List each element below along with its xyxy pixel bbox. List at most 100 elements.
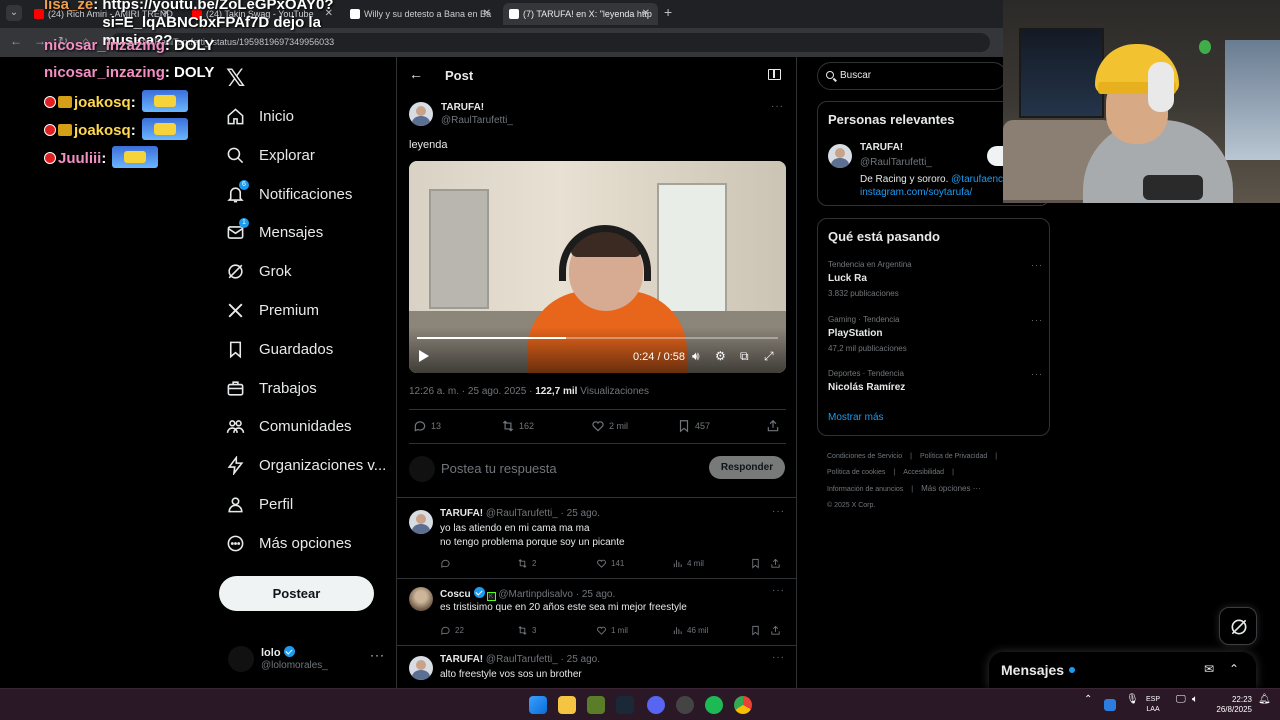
reply-avatar[interactable] bbox=[409, 510, 433, 534]
post-timestamp[interactable]: 12:26 a. m. · 25 ago. 2025 · bbox=[409, 386, 532, 397]
fullscreen-icon[interactable]: ⤢ bbox=[764, 349, 774, 364]
share-button[interactable] bbox=[770, 558, 781, 569]
reply-button[interactable]: 22 bbox=[440, 625, 464, 636]
tab-search-button[interactable]: ⌄ bbox=[6, 5, 22, 21]
video-progress-bar[interactable] bbox=[417, 337, 778, 339]
like-button[interactable]: 141 bbox=[596, 558, 624, 569]
author-name[interactable]: TARUFA! bbox=[441, 102, 484, 113]
nav-item-grok[interactable]: Grok bbox=[226, 256, 292, 286]
views-button[interactable]: 46 mil bbox=[672, 625, 708, 636]
spotify-icon[interactable] bbox=[705, 696, 723, 714]
nav-item-trabajos[interactable]: Trabajos bbox=[226, 373, 317, 403]
windows-start-icon[interactable] bbox=[529, 696, 547, 714]
reply-post[interactable]: Coscu K @Martinpdisalvo · 25 ago. ··· es … bbox=[397, 579, 796, 646]
nav-item-mensajes[interactable]: 1 Mensajes bbox=[226, 217, 323, 247]
nav-item-explorar[interactable]: Explorar bbox=[226, 140, 315, 170]
tray-app-icon[interactable] bbox=[1104, 699, 1116, 711]
footer-link[interactable]: Accesibilidad bbox=[903, 469, 944, 476]
close-icon[interactable]: ✕ bbox=[642, 3, 650, 25]
more-icon[interactable]: ··· bbox=[1031, 369, 1043, 379]
footer-link[interactable]: Más opciones ··· bbox=[921, 484, 981, 493]
reply-input[interactable]: Postea tu respuesta bbox=[441, 461, 557, 476]
reply-post[interactable]: TARUFA! @RaulTarufetti_ · 25 ago. ··· al… bbox=[397, 646, 796, 688]
taskbar-clock[interactable]: 22:23 26/8/2025 bbox=[1210, 695, 1252, 715]
nav-item-perfil[interactable]: Perfil bbox=[226, 489, 293, 519]
more-icon[interactable]: ··· bbox=[772, 506, 785, 517]
reply-author[interactable]: TARUFA! @RaulTarufetti_ · 25 ago. bbox=[440, 508, 600, 519]
steam-icon[interactable] bbox=[616, 696, 634, 714]
more-icon[interactable]: ··· bbox=[772, 652, 785, 663]
reply-button[interactable] bbox=[440, 558, 455, 569]
reply-submit-button[interactable]: Responder bbox=[709, 456, 785, 479]
microphone-icon[interactable]: 🎙︎ bbox=[1126, 695, 1139, 705]
more-icon[interactable]: ··· bbox=[1031, 260, 1043, 270]
messages-drawer[interactable]: Mensajes ✉ ⌃ bbox=[989, 652, 1256, 688]
notification-bell-icon[interactable]: 🔔︎ bbox=[1258, 695, 1271, 705]
repost-button[interactable]: 3 bbox=[517, 625, 536, 636]
footer-link[interactable]: Política de cookies bbox=[827, 469, 885, 476]
play-icon[interactable] bbox=[419, 350, 429, 362]
bookmark-button[interactable] bbox=[750, 558, 761, 569]
relevant-name[interactable]: TARUFA! bbox=[860, 142, 903, 153]
trend-item[interactable]: Deportes · Tendencia Nicolás Ramírez ··· bbox=[828, 369, 1043, 393]
bio-url-link[interactable]: instagram.com/soytarufa/ bbox=[860, 187, 972, 198]
views-button[interactable]: 4 mil bbox=[672, 558, 704, 569]
like-button[interactable]: 1 mil bbox=[596, 625, 628, 636]
back-icon[interactable]: ← bbox=[10, 34, 22, 48]
volume-icon[interactable]: 🔊︎ bbox=[692, 349, 700, 364]
tray-overflow-icon[interactable]: ⌃ bbox=[1084, 695, 1092, 705]
file-explorer-icon[interactable] bbox=[558, 696, 576, 714]
more-icon[interactable]: ··· bbox=[1031, 315, 1043, 325]
new-message-icon[interactable]: ✉ bbox=[1204, 662, 1214, 676]
show-more-link[interactable]: Mostrar más bbox=[828, 412, 884, 423]
discord-icon[interactable] bbox=[647, 696, 665, 714]
author-avatar[interactable] bbox=[409, 102, 433, 126]
network-icon[interactable]: 🖵︎ bbox=[1176, 695, 1186, 705]
search-input[interactable]: Buscar bbox=[817, 62, 1007, 90]
account-switcher[interactable]: lolo @lolomorales_ ··· bbox=[228, 644, 388, 684]
back-arrow-icon[interactable]: ← bbox=[409, 66, 423, 82]
more-icon[interactable]: ··· bbox=[772, 585, 785, 596]
reply-avatar[interactable] bbox=[409, 656, 433, 680]
bio-mention-link[interactable]: @tarufaenc bbox=[951, 174, 1003, 185]
obs-icon[interactable] bbox=[676, 696, 694, 714]
nav-item-premium[interactable]: Premium bbox=[226, 295, 319, 325]
reply-author[interactable]: TARUFA! @RaulTarufetti_ · 25 ago. bbox=[440, 654, 600, 665]
author-handle[interactable]: @RaulTarufetti_ bbox=[441, 115, 513, 126]
reply-button[interactable]: 13 bbox=[413, 419, 441, 433]
bookmark-button[interactable]: 457 bbox=[677, 419, 710, 433]
close-icon[interactable]: ✕ bbox=[483, 3, 491, 25]
browser-tab-active[interactable]: (7) TARUFA! en X: "leyenda http ✕ bbox=[503, 3, 658, 25]
nav-item-guardados[interactable]: Guardados bbox=[226, 334, 333, 364]
footer-link[interactable]: Información de anuncios bbox=[827, 486, 903, 493]
reply-post[interactable]: TARUFA! @RaulTarufetti_ · 25 ago. ··· yo… bbox=[397, 500, 796, 579]
footer-link[interactable]: Condiciones de Servicio bbox=[827, 453, 902, 460]
nav-item-comunidades[interactable]: Comunidades bbox=[226, 411, 352, 441]
expand-icon[interactable]: ⌃ bbox=[1229, 662, 1239, 676]
reply-author[interactable]: Coscu K @Martinpdisalvo · 25 ago. bbox=[440, 587, 615, 601]
reply-avatar[interactable] bbox=[409, 587, 433, 611]
language-indicator[interactable]: ESP LAA bbox=[1146, 695, 1160, 715]
share-button[interactable] bbox=[766, 419, 780, 433]
video-player[interactable]: 0:24 / 0:58 🔊︎ ⚙ ⧉ ⤢ bbox=[409, 161, 786, 373]
footer-link[interactable]: Política de Privacidad bbox=[920, 453, 987, 460]
minecraft-icon[interactable] bbox=[587, 696, 605, 714]
relevant-handle[interactable]: @RaulTarufetti_ bbox=[860, 157, 932, 168]
nav-item-notificaciones[interactable]: 6 Notificaciones bbox=[226, 179, 352, 209]
reader-mode-icon[interactable] bbox=[768, 69, 781, 80]
nav-item-inicio[interactable]: Inicio bbox=[226, 101, 294, 131]
like-button[interactable]: 2 mil bbox=[591, 419, 628, 433]
post-button[interactable]: Postear bbox=[219, 576, 374, 611]
new-tab-icon[interactable]: + bbox=[664, 4, 672, 20]
trend-item[interactable]: Tendencia en Argentina Luck Ra 3.832 pub… bbox=[828, 260, 1043, 298]
nav-item-mas-opciones[interactable]: Más opciones bbox=[226, 528, 352, 558]
more-icon[interactable]: ··· bbox=[370, 648, 385, 662]
grok-floating-button[interactable] bbox=[1219, 607, 1257, 645]
nav-item-organizaciones[interactable]: Organizaciones v... bbox=[226, 450, 386, 480]
chrome-icon[interactable] bbox=[734, 696, 752, 714]
bookmark-button[interactable] bbox=[750, 625, 761, 636]
share-button[interactable] bbox=[770, 625, 781, 636]
settings-gear-icon[interactable]: ⚙ bbox=[715, 349, 726, 363]
repost-button[interactable]: 162 bbox=[501, 419, 534, 433]
trend-item[interactable]: Gaming · Tendencia PlayStation 47,2 mil … bbox=[828, 315, 1043, 353]
